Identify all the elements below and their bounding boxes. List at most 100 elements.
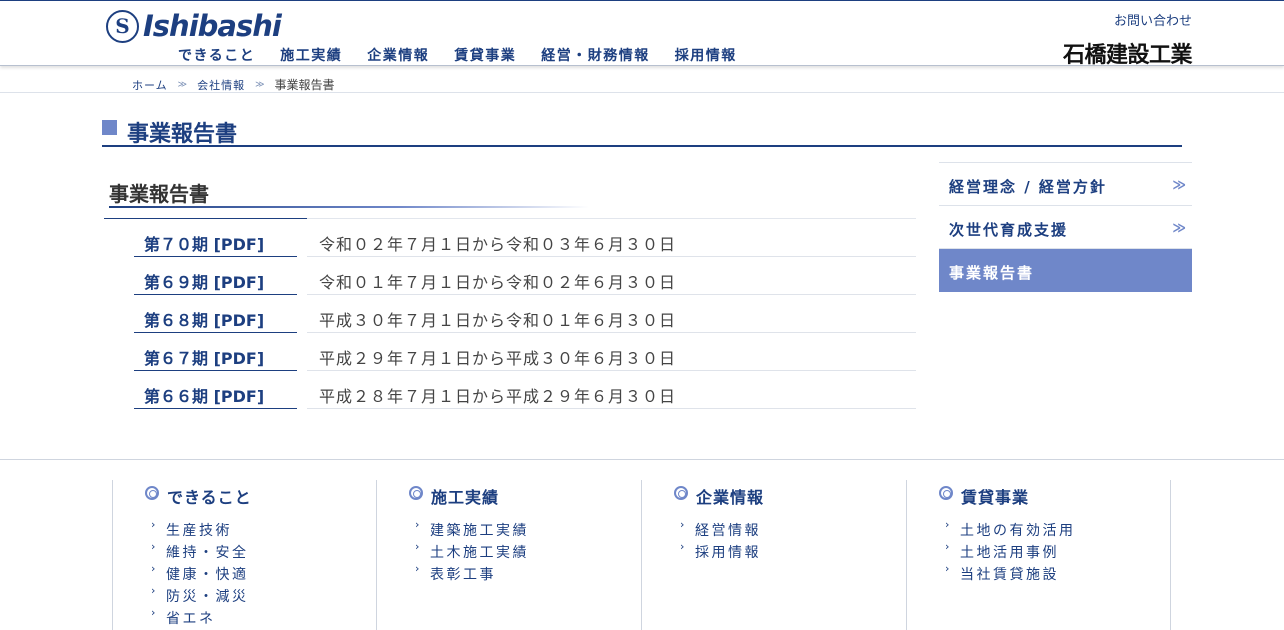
nav-item-rental[interactable]: 賃貸事業 [454,45,516,65]
sidebar-item-philosophy[interactable]: 経営理念 / 経営方針 ≫ [939,163,1192,206]
logo-mark-icon: S [106,9,139,43]
contact-link[interactable]: お問い合わせ [1114,10,1192,29]
site-footer: できること › 生産技術 › 維持・安全 › 健康・快適 › 防災・減災 › 省エネ 施工… [0,459,1284,630]
footer-link-list: › 土地の有効活用 › 土地活用事例 › 当社賃貸施設 [945,518,1076,586]
table-row: 第６８期 [PDF] 平成３０年７月１日から令和０１年６月３０日 [104,295,916,333]
footer-link[interactable]: › 表彰工事 [415,562,529,586]
footer-heading-link[interactable]: 企業情報 [696,484,764,508]
report-pdf-link[interactable]: 第７０期 [PDF] [134,219,297,257]
footer-link[interactable]: › 維持・安全 [151,540,249,564]
breadcrumb-company[interactable]: 会社情報 [197,77,245,93]
footer-link[interactable]: › 採用情報 [680,540,761,564]
double-circle-icon [409,486,423,500]
footer-link-label: 建築施工実績 [430,523,529,539]
footer-link[interactable]: › 土木施工実績 [415,540,529,564]
footer-heading-link[interactable]: 施工実績 [431,484,499,508]
page-title-bar: 事業報告書 [102,114,1182,147]
nav-item-finance[interactable]: 経営・財務情報 [541,45,650,65]
footer-link-label: 健康・快適 [166,567,249,583]
footer-link-label: 当社賃貸施設 [960,567,1059,583]
footer-link-label: 土木施工実績 [430,545,529,561]
chevron-right-icon: ≫ [1172,221,1186,236]
table-row: 第６７期 [PDF] 平成２９年７月１日から平成３０年６月３０日 [104,333,916,371]
chevron-right-icon: › [945,562,952,575]
chevron-right-icon: › [151,540,158,553]
site-header: S Ishibashi できること 施工実績 企業情報 賃貸事業 経営・財務情報… [0,0,1284,68]
footer-column-heading: 賃貸事業 [939,484,1029,508]
footer-link[interactable]: › 健康・快適 [151,562,249,586]
footer-link[interactable]: › 経営情報 [680,518,761,542]
chevron-right-icon: › [680,518,687,531]
footer-heading-link[interactable]: 賃貸事業 [961,484,1029,508]
breadcrumb: ホーム ≫ 会社情報 ≫ 事業報告書 [132,76,335,93]
double-circle-icon [939,486,953,500]
footer-link-label: 土地の有効活用 [960,523,1076,539]
footer-link-label: 省エネ [166,611,216,627]
footer-link-list: › 生産技術 › 維持・安全 › 健康・快適 › 防災・減災 › 省エネ [151,518,249,630]
chevron-right-icon: ≫ [1172,178,1186,193]
footer-column-dekiru: できること › 生産技術 › 維持・安全 › 健康・快適 › 防災・減災 › 省エネ [112,480,377,630]
breadcrumb-divider [0,92,1284,93]
chevron-right-icon: › [415,540,422,553]
footer-link-label: 生産技術 [166,523,232,539]
report-period-range: 平成２９年７月１日から平成３０年６月３０日 [307,333,916,371]
nav-item-works[interactable]: 施工実績 [280,45,342,65]
main-nav: できること 施工実績 企業情報 賃貸事業 経営・財務情報 採用情報 [178,45,762,65]
footer-column-heading: 施工実績 [409,484,499,508]
page-title: 事業報告書 [127,122,238,147]
breadcrumb-separator-icon: ≫ [255,79,265,90]
report-period-range: 令和０２年７月１日から令和０３年６月３０日 [307,219,916,257]
table-row: 第７０期 [PDF] 令和０２年７月１日から令和０３年６月３０日 [104,219,916,257]
logo-text: Ishibashi [143,9,282,43]
chevron-right-icon: › [945,518,952,531]
footer-column-works: 施工実績 › 建築施工実績 › 土木施工実績 › 表彰工事 [376,480,641,630]
chevron-right-icon: › [151,606,158,619]
sidebar-item-label: 事業報告書 [949,264,1035,282]
breadcrumb-home[interactable]: ホーム [132,77,168,93]
footer-link[interactable]: › 省エネ [151,606,249,630]
footer-link-label: 防災・減災 [166,589,249,605]
footer-column-rental: 賃貸事業 › 土地の有効活用 › 土地活用事例 › 当社賃貸施設 [906,480,1171,630]
footer-link[interactable]: › 建築施工実績 [415,518,529,542]
section-title: 事業報告書 [109,182,209,206]
footer-column-heading: できること [145,484,252,508]
footer-link-label: 維持・安全 [166,545,249,561]
footer-column-company: 企業情報 › 経営情報 › 採用情報 [641,480,906,630]
footer-link[interactable]: › 当社賃貸施設 [945,562,1076,586]
sidebar-item-label: 経営理念 / 経営方針 [949,178,1107,196]
chevron-right-icon: › [680,540,687,553]
footer-link[interactable]: › 防災・減災 [151,584,249,608]
report-pdf-link[interactable]: 第６７期 [PDF] [134,333,297,371]
double-circle-icon [145,486,159,500]
breadcrumb-separator-icon: ≫ [177,79,188,90]
chevron-right-icon: › [415,518,422,531]
footer-link-list: › 経営情報 › 採用情報 [680,518,761,564]
breadcrumb-current: 事業報告書 [274,78,335,92]
section-underline [109,206,589,208]
footer-column-heading: 企業情報 [674,484,764,508]
report-pdf-link[interactable]: 第６９期 [PDF] [134,257,297,295]
report-period-range: 平成２８年７月１日から平成２９年６月３０日 [307,371,916,409]
sidebar-item-business-report[interactable]: 事業報告書 [939,249,1192,292]
sidebar-item-label: 次世代育成支援 [949,221,1069,239]
footer-link[interactable]: › 生産技術 [151,518,249,542]
chevron-right-icon: › [151,562,158,575]
footer-link-label: 表彰工事 [430,567,496,583]
report-pdf-link[interactable]: 第６６期 [PDF] [134,371,297,409]
title-square-icon [102,120,117,135]
footer-link[interactable]: › 土地活用事例 [945,540,1076,564]
nav-item-recruit[interactable]: 採用情報 [675,45,737,65]
double-circle-icon [674,486,688,500]
report-pdf-link[interactable]: 第６８期 [PDF] [134,295,297,333]
chevron-right-icon: › [151,584,158,597]
table-row: 第６９期 [PDF] 令和０１年７月１日から令和０２年６月３０日 [104,257,916,295]
footer-link[interactable]: › 土地の有効活用 [945,518,1076,542]
footer-link-label: 経営情報 [695,523,761,539]
company-name-logo: 石橋建設工業 [1062,42,1193,68]
footer-heading-link[interactable]: できること [167,484,252,508]
site-logo[interactable]: S Ishibashi [106,8,282,44]
sidebar-item-next-generation[interactable]: 次世代育成支援 ≫ [939,206,1192,249]
nav-item-dekiru[interactable]: できること [178,45,255,65]
nav-item-company[interactable]: 企業情報 [367,45,429,65]
chevron-right-icon: › [945,540,952,553]
